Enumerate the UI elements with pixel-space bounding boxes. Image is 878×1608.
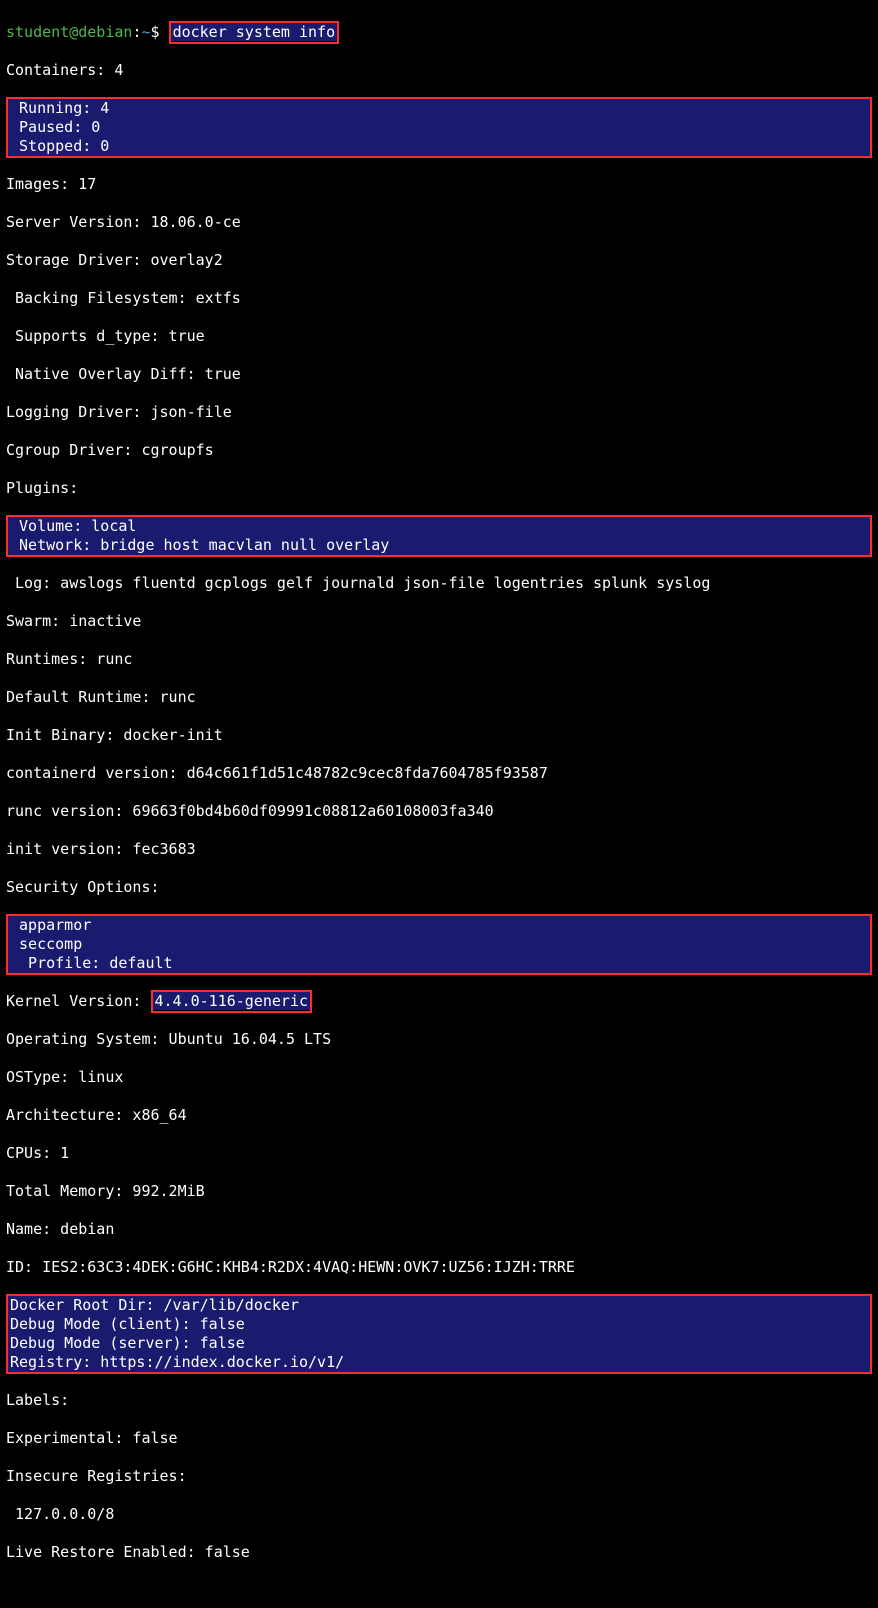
security-box: apparmor seccomp Profile: default — [6, 914, 872, 975]
prompt-user: student@debian — [6, 23, 132, 41]
info-line: Supports d_type: true — [6, 327, 872, 346]
plugins-volume: Volume: local — [8, 517, 870, 536]
info-line: 127.0.0.0/8 — [6, 1505, 872, 1524]
security-apparmor: apparmor — [8, 916, 870, 935]
kernel-value: 4.4.0-116-generic — [153, 992, 311, 1010]
kernel-label: Kernel Version: — [6, 992, 151, 1010]
info-line: Cgroup Driver: cgroupfs — [6, 441, 872, 460]
debug-server: Debug Mode (server): false — [8, 1334, 870, 1353]
info-line: Experimental: false — [6, 1429, 872, 1448]
containers-running: Running: 4 — [8, 99, 870, 118]
info-line: Default Runtime: runc — [6, 688, 872, 707]
info-line: init version: fec3683 — [6, 840, 872, 859]
info-line: Server Version: 18.06.0-ce — [6, 213, 872, 232]
containers-header: Containers: 4 — [6, 61, 872, 80]
prompt-line: student@debian:~$ docker system info — [6, 23, 872, 42]
info-line: Security Options: — [6, 878, 872, 897]
info-line: Live Restore Enabled: false — [6, 1543, 872, 1562]
containers-stopped: Stopped: 0 — [8, 137, 870, 156]
root-dir: Docker Root Dir: /var/lib/docker — [8, 1296, 870, 1315]
security-seccomp: seccomp — [8, 935, 870, 954]
info-line: Insecure Registries: — [6, 1467, 872, 1486]
info-line: Plugins: — [6, 479, 872, 498]
info-line: Total Memory: 992.2MiB — [6, 1182, 872, 1201]
plugins-box: Volume: local Network: bridge host macvl… — [6, 515, 872, 557]
info-line: Backing Filesystem: extfs — [6, 289, 872, 308]
command-box: docker system info — [169, 21, 340, 44]
terminal[interactable]: student@debian:~$ docker system info Con… — [0, 0, 878, 1608]
prompt-cwd: ~ — [141, 23, 150, 41]
info-line: Native Overlay Diff: true — [6, 365, 872, 384]
info-line: Runtimes: runc — [6, 650, 872, 669]
info-line: Architecture: x86_64 — [6, 1106, 872, 1125]
info-line: Swarm: inactive — [6, 612, 872, 631]
info-line: Log: awslogs fluentd gcplogs gelf journa… — [6, 574, 872, 593]
prompt-sym: $ — [151, 23, 160, 41]
info-line: runc version: 69663f0bd4b60df09991c08812… — [6, 802, 872, 821]
info-line: OSType: linux — [6, 1068, 872, 1087]
info-line: Logging Driver: json-file — [6, 403, 872, 422]
info-line: Labels: — [6, 1391, 872, 1410]
info-line: Name: debian — [6, 1220, 872, 1239]
info-line: ID: IES2:63C3:4DEK:G6HC:KHB4:R2DX:4VAQ:H… — [6, 1258, 872, 1277]
containers-box: Running: 4 Paused: 0 Stopped: 0 — [6, 97, 872, 158]
info-line: containerd version: d64c661f1d51c48782c9… — [6, 764, 872, 783]
registry: Registry: https://index.docker.io/v1/ — [8, 1353, 870, 1372]
info-line: Images: 17 — [6, 175, 872, 194]
info-line: Storage Driver: overlay2 — [6, 251, 872, 270]
command-text: docker system info — [171, 23, 338, 41]
info-line: CPUs: 1 — [6, 1144, 872, 1163]
plugins-network: Network: bridge host macvlan null overla… — [8, 536, 870, 555]
root-box: Docker Root Dir: /var/lib/docker Debug M… — [6, 1294, 872, 1374]
containers-paused: Paused: 0 — [8, 118, 870, 137]
debug-client: Debug Mode (client): false — [8, 1315, 870, 1334]
security-profile: Profile: default — [8, 954, 870, 973]
info-line: Init Binary: docker-init — [6, 726, 872, 745]
info-line: Operating System: Ubuntu 16.04.5 LTS — [6, 1030, 872, 1049]
